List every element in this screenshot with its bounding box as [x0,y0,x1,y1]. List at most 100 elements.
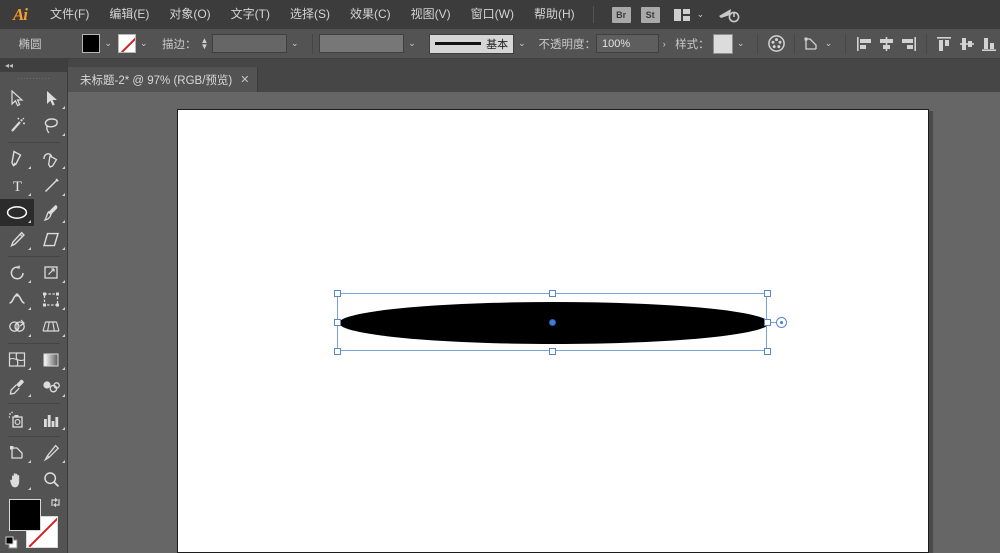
tool-eyedropper[interactable] [0,373,34,400]
selection-handle-bottom-right[interactable] [764,348,771,355]
canvas-area[interactable] [68,92,1000,553]
align-bottom-icon[interactable] [978,36,1000,52]
tool-mesh[interactable] [0,346,34,373]
tool-type[interactable]: T [0,172,34,199]
control-divider-3 [794,33,796,54]
bridge-button[interactable]: Br [611,6,631,23]
fill-swatch-large[interactable] [9,499,41,531]
tool-symbol-sprayer[interactable] [0,406,34,433]
tool-paintbrush[interactable] [34,199,68,226]
control-divider [311,33,313,54]
stroke-weight-input[interactable] [212,34,288,53]
tool-zoom[interactable] [34,466,68,493]
tool-shape-builder[interactable] [0,313,34,340]
tool-artboard[interactable] [0,439,34,466]
tool-pencil[interactable] [0,226,34,253]
selection-handle-top-right[interactable] [764,290,771,297]
selection-handle-top-center[interactable] [549,290,556,297]
variable-width-profile-input[interactable] [319,34,405,53]
menu-window[interactable]: 窗口(W) [461,0,524,29]
default-fill-stroke-icon[interactable] [5,536,18,553]
variable-width-chevron-down-icon[interactable]: ⌄ [408,38,416,49]
stroke-profile-preview-icon [434,42,482,45]
stroke-weight-label: 描边： [161,38,197,51]
align-right-icon[interactable] [897,36,919,52]
tool-curvature[interactable] [34,145,68,172]
transform-panel-icon[interactable] [802,36,821,51]
document-tab-title: 未标题-2* @ 97% (RGB/预览) [80,74,233,87]
opacity-input[interactable]: 100% [595,34,659,53]
tools-panel: ◂◂ T [0,59,68,553]
opacity-label: 不透明度： [538,38,596,51]
control-divider-2 [757,33,759,54]
stroke-color-swatch[interactable] [117,34,136,53]
tool-gradient[interactable] [34,346,68,373]
align-horizontal-center-icon[interactable] [875,36,897,52]
menu-effect[interactable]: 效果(C) [340,0,401,29]
rotate-handle-icon[interactable] [776,317,787,328]
control-divider-5 [926,33,927,54]
menu-edit[interactable]: 编辑(E) [99,0,159,29]
transform-chevron-down-icon[interactable]: ⌄ [825,38,833,49]
tool-perspective-grid[interactable] [34,313,68,340]
menu-file[interactable]: 文件(F) [40,0,99,29]
tool-eraser[interactable] [34,226,68,253]
tool-magic-wand[interactable] [0,112,34,139]
tool-direct-selection[interactable] [34,85,68,112]
document-tab[interactable]: 未标题-2* @ 97% (RGB/预览) ✕ [68,67,259,92]
style-chevron-down-icon[interactable]: ⌄ [737,38,745,49]
tool-width[interactable] [0,286,34,313]
fill-color-swatch[interactable] [82,34,101,53]
selection-handle-bottom-center[interactable] [549,348,556,355]
tool-line-segment[interactable] [34,172,68,199]
tool-rotate[interactable] [0,259,34,286]
menu-type[interactable]: 文字(T) [221,0,280,29]
stroke-profile-chevron-down-icon[interactable]: ⌄ [518,38,526,49]
tool-ellipse[interactable] [0,199,34,226]
fill-chevron-down-icon[interactable]: ⌄ [104,38,112,49]
stroke-profile-label: 基本 [486,38,509,51]
style-label: 样式： [675,38,710,51]
app-logo: Ai [12,4,28,24]
stroke-chevron-down-icon[interactable]: ⌄ [140,38,148,49]
tools-grid: T [0,85,68,493]
panel-grip-handle[interactable] [0,72,67,85]
opacity-expand-arrow-icon[interactable]: › [663,39,666,49]
tool-lasso[interactable] [34,112,68,139]
stock-button[interactable]: St [640,6,660,23]
menu-view[interactable]: 视图(V) [401,0,461,29]
align-left-icon[interactable] [853,36,875,52]
tool-slice[interactable] [34,439,68,466]
menu-bar: Ai 文件(F) 编辑(E) 对象(O) 文字(T) 选择(S) 效果(C) 视… [0,0,1000,29]
tool-scale[interactable] [34,259,68,286]
tool-hand[interactable] [0,466,34,493]
shape-center-point [549,319,556,326]
selection-handle-top-left[interactable] [334,290,341,297]
tool-selection[interactable] [0,85,34,112]
selection-handle-bottom-left[interactable] [334,348,341,355]
graphic-style-swatch[interactable] [713,33,733,54]
grip-dots-icon [16,76,51,81]
menu-object[interactable]: 对象(O) [159,0,220,29]
menu-select[interactable]: 选择(S) [280,0,340,29]
collapse-panel-icon[interactable]: ◂◂ [0,59,67,72]
recolor-artwork-icon[interactable] [765,35,787,52]
arrange-documents-icon[interactable] [673,8,690,21]
stroke-weight-chevron-down-icon[interactable]: ⌄ [291,38,299,49]
menu-help[interactable]: 帮助(H) [524,0,585,29]
close-icon[interactable]: ✕ [240,73,249,86]
swap-fill-stroke-icon[interactable] [49,496,62,514]
control-bar: 椭圆 ⌄ ⌄ 描边： ▲ ▼ ⌄ ⌄ 基本 ⌄ 不透明度： 100% › 样式： … [0,29,1000,59]
align-top-icon[interactable] [934,36,956,52]
workspace-switcher-icon[interactable] [718,7,740,23]
tool-pen[interactable] [0,145,34,172]
arrange-chevron-down-icon[interactable]: ⌄ [697,9,705,20]
stroke-profile-dropdown[interactable]: 基本 [428,33,515,54]
tool-column-graph[interactable] [34,406,68,433]
selection-handle-middle-left[interactable] [334,319,341,326]
tool-free-transform[interactable] [34,286,68,313]
tool-blend[interactable] [34,373,68,400]
align-vertical-center-icon[interactable] [956,36,978,52]
selection-handle-middle-right[interactable] [764,319,771,326]
stroke-weight-stepper[interactable]: ▲ ▼ [200,36,208,50]
